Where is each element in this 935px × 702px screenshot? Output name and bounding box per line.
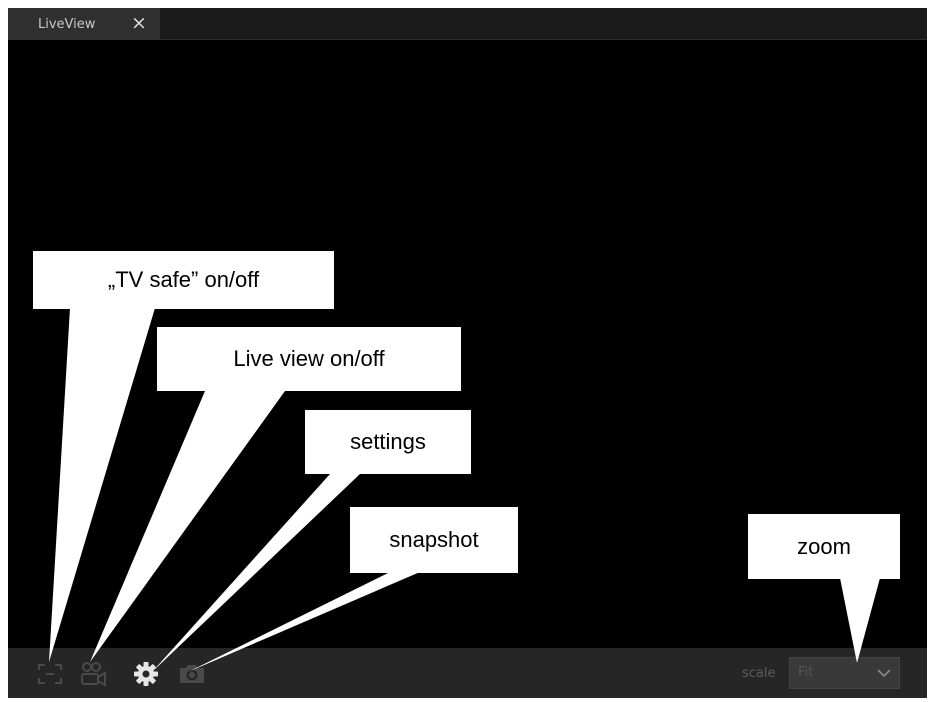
bottom-toolbar: scale Fit	[8, 648, 927, 698]
scale-label: scale	[742, 666, 776, 681]
callout-tv-safe: „TV safe” on/off	[33, 251, 334, 309]
live-view-camera-icon	[81, 662, 106, 687]
callout-zoom: zoom	[748, 514, 900, 579]
scale-value: Fit	[798, 665, 814, 680]
tv-safe-button[interactable]	[34, 658, 66, 690]
callout-snapshot: snapshot	[350, 507, 518, 573]
tab-liveview[interactable]: LiveView ×	[8, 8, 160, 40]
live-view-button[interactable]	[78, 658, 110, 690]
liveview-window: LiveView × scale Fit	[8, 8, 927, 698]
gear-icon	[134, 662, 158, 686]
tv-safe-icon	[38, 664, 62, 684]
callout-live-view: Live view on/off	[157, 327, 461, 391]
callout-settings: settings	[305, 410, 471, 474]
tab-bar: LiveView ×	[8, 8, 927, 40]
scale-select[interactable]: Fit	[789, 657, 900, 689]
chevron-down-icon[interactable]	[876, 667, 892, 679]
settings-button[interactable]	[130, 658, 162, 690]
snapshot-button[interactable]	[176, 658, 208, 690]
camera-snapshot-icon	[180, 665, 204, 683]
tab-label: LiveView	[38, 17, 96, 32]
close-icon[interactable]: ×	[129, 12, 149, 34]
